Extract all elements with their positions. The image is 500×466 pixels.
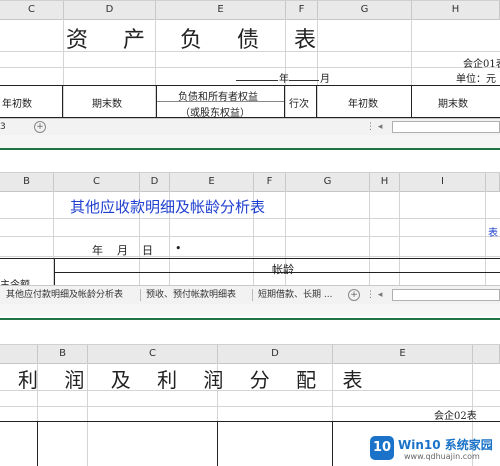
form-number: 会企01表 xyxy=(463,59,500,70)
column-header-row: C D E F G H xyxy=(0,0,500,20)
spreadsheet-window-receivables: B C D E F G H I 其他应收款明细及帐龄分析表 表 年 月 日 • … xyxy=(0,172,500,322)
date-month-label: 月 xyxy=(320,74,330,85)
column-header-e[interactable]: E xyxy=(333,345,473,363)
header-begin-balance-2: 年初数 xyxy=(348,99,378,110)
column-header-j[interactable] xyxy=(486,173,500,191)
sheet-tab-other-payables[interactable]: 其他应付款明细及帐龄分析表 xyxy=(6,288,123,302)
column-header-d[interactable]: D xyxy=(218,345,333,363)
add-sheet-icon[interactable]: + xyxy=(348,289,360,301)
header-end-balance-2: 期末数 xyxy=(438,99,468,110)
date-year-label: 年 xyxy=(279,74,289,85)
column-header-b[interactable]: B xyxy=(38,345,88,363)
column-header-f[interactable] xyxy=(473,345,500,363)
header-row-number: 行次 xyxy=(289,99,309,110)
unit-label: 单位：元 xyxy=(456,74,496,85)
scroll-left-icon[interactable]: ⋮ ◂ xyxy=(366,288,382,302)
header-begin-balance: 年初数 xyxy=(2,99,32,110)
column-header-f[interactable]: F xyxy=(286,1,318,19)
right-note: 表 xyxy=(488,228,498,239)
column-header-e[interactable]: E xyxy=(170,173,254,191)
column-header-c[interactable]: C xyxy=(88,345,218,363)
sheet-title: 利 润 及 利 润 分 配 表 xyxy=(18,368,373,392)
column-header-g[interactable]: G xyxy=(286,173,370,191)
sheet-tab-bar: 3 + ⋮ ◂ xyxy=(0,118,500,136)
sheet-title: 其他应收款明细及帐龄分析表 xyxy=(70,198,266,216)
add-sheet-icon[interactable]: + xyxy=(34,121,46,133)
column-header-e[interactable]: E xyxy=(156,1,286,19)
aging-header: 帐龄 xyxy=(272,263,294,276)
column-header-d[interactable]: D xyxy=(64,1,156,19)
sheet-title: 资 产 负 债 表 xyxy=(66,28,330,53)
brand-logo-icon: 10 xyxy=(370,436,394,460)
sheet-tab-advance-receipts[interactable]: 预收、预付帐款明细表 xyxy=(146,288,236,302)
column-header-row: B C D E xyxy=(0,344,500,364)
sheet-tab-bar: 其他应付款明细及帐龄分析表 预收、预付帐款明细表 短期借款、长期 ... + ⋮… xyxy=(0,285,500,305)
brand-name: Win10 系统家园 xyxy=(398,438,493,452)
column-header-a[interactable] xyxy=(0,345,38,363)
column-header-b[interactable]: B xyxy=(0,173,54,191)
horizontal-scrollbar[interactable] xyxy=(392,289,500,301)
column-header-h[interactable]: H xyxy=(370,173,400,191)
column-header-c[interactable]: C xyxy=(0,1,64,19)
column-header-d[interactable]: D xyxy=(140,173,170,191)
date-label: 年 月 日 xyxy=(92,244,153,257)
header-liabilities-equity: 负债和所有者权益 xyxy=(178,92,258,103)
horizontal-scrollbar[interactable] xyxy=(392,121,500,133)
spreadsheet-window-income-statement: B C D E 利 润 及 利 润 分 配 表 会企02表 10 Win10 系… xyxy=(0,344,500,466)
selection-dot: • xyxy=(175,242,182,255)
header-end-balance: 期末数 xyxy=(92,99,122,110)
column-header-i[interactable]: I xyxy=(400,173,486,191)
window-border xyxy=(0,148,500,150)
column-header-c[interactable]: C xyxy=(54,173,140,191)
column-header-h[interactable]: H xyxy=(412,1,500,19)
sheet-tab-3[interactable]: 3 xyxy=(0,120,6,134)
column-header-row: B C D E F G H I xyxy=(0,172,500,192)
scroll-left-icon[interactable]: ⋮ ◂ xyxy=(366,120,382,134)
header-shareholder-equity: （或股东权益） xyxy=(180,108,250,119)
column-header-g[interactable]: G xyxy=(318,1,412,19)
column-header-f[interactable]: F xyxy=(254,173,286,191)
spreadsheet-window-balance-sheet: C D E F G H 资 产 负 债 表 会企01表 年 月 单位：元 年初数… xyxy=(0,0,500,150)
form-number: 会企02表 xyxy=(434,411,477,422)
brand-url: www.qdhuajin.com xyxy=(404,452,480,461)
window-border xyxy=(0,318,500,320)
sheet-tab-short-term-loans[interactable]: 短期借款、长期 ... xyxy=(258,288,332,302)
